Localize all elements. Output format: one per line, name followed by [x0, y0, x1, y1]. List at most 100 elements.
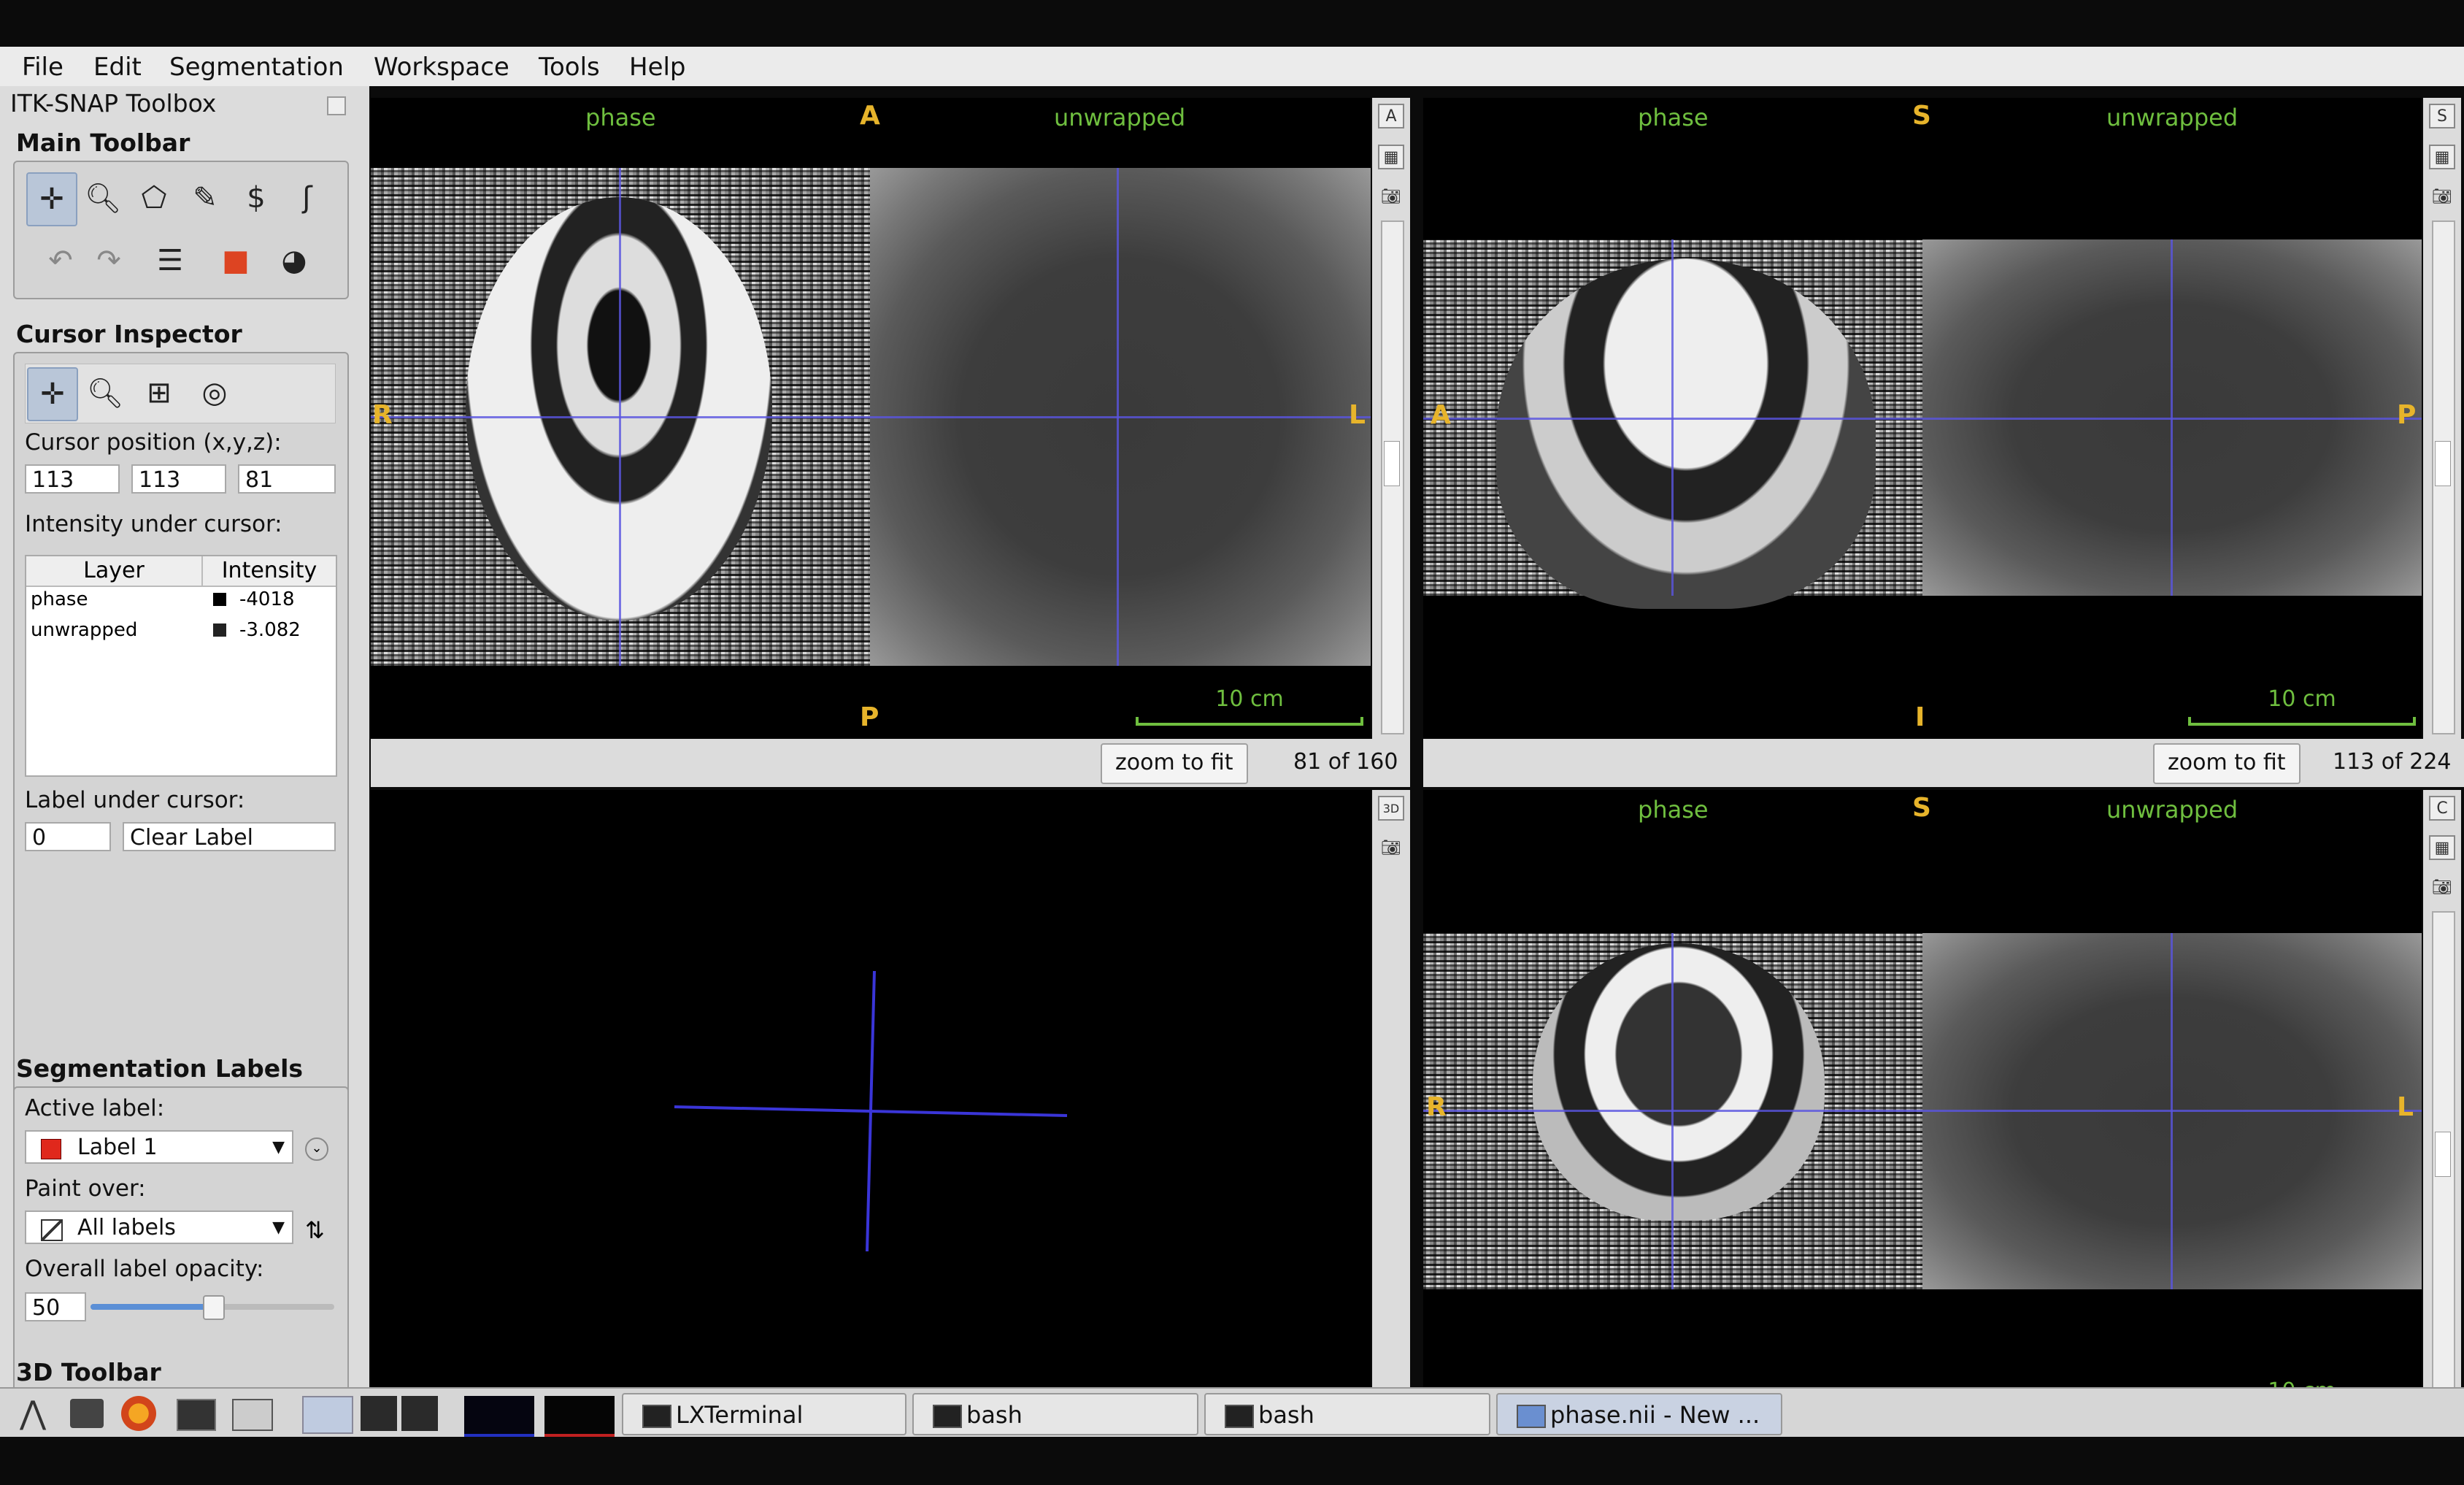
snake-tool-icon[interactable]: $: [232, 172, 280, 223]
label-under-cursor-label: Label under cursor:: [25, 787, 245, 813]
camera-icon[interactable]: 📷︎: [1378, 835, 1404, 860]
scale-bar: 10 cm: [1136, 686, 1363, 726]
cursor-tab-icon[interactable]: ✛: [27, 367, 78, 421]
zoom-to-fit-button[interactable]: zoom to fit: [1101, 743, 1248, 784]
camera-icon[interactable]: 📷︎: [2429, 875, 2455, 899]
opacity-field[interactable]: 50: [25, 1292, 86, 1321]
cursor-y-field[interactable]: 113: [131, 464, 226, 494]
scrollbar-thumb[interactable]: [2435, 441, 2451, 486]
camera-icon[interactable]: 📷︎: [2429, 184, 2455, 209]
view-orientation-button[interactable]: A: [1378, 104, 1404, 128]
table-row-intensity: -4018: [239, 588, 295, 610]
no-label-icon: [41, 1219, 63, 1241]
camera-icon[interactable]: 📷︎: [1378, 184, 1404, 209]
opacity-slider-fill: [91, 1304, 212, 1310]
coronal-view[interactable]: phase unwrapped S I R L 10 cm: [1423, 790, 2422, 1432]
view-orientation-button[interactable]: S: [2429, 104, 2455, 128]
annotation-tool-icon[interactable]: ʃ: [283, 172, 331, 223]
scrollbar-thumb[interactable]: [1384, 441, 1400, 486]
label-color-icon[interactable]: ■: [212, 235, 260, 286]
menu-bar: File Edit Segmentation Workspace Tools H…: [0, 47, 2464, 86]
orientation-top: S: [1912, 793, 1931, 823]
opacity-title: Overall label opacity:: [25, 1256, 264, 1282]
workspace-2-icon[interactable]: [401, 1396, 438, 1431]
task-itksnap[interactable]: phase.nii - New ...: [1496, 1393, 1782, 1435]
menu-file[interactable]: File: [22, 53, 63, 82]
table-row-layer[interactable]: unwrapped: [31, 619, 137, 641]
zoom-tool-icon[interactable]: 🔍︎: [79, 172, 127, 223]
slice-scrollbar[interactable]: [2432, 911, 2455, 1425]
menu-help[interactable]: Help: [629, 53, 686, 82]
orientation-right: L: [1349, 400, 1366, 430]
view-orientation-button[interactable]: 3D: [1378, 796, 1404, 821]
grid-tab-icon[interactable]: ⊞: [135, 367, 183, 418]
3d-view[interactable]: [371, 790, 1371, 1387]
undo-icon[interactable]: ↶: [36, 235, 85, 286]
active-label-title: Active label:: [25, 1095, 165, 1121]
crosshair-vertical: [2171, 239, 2173, 596]
opacity-slider[interactable]: [91, 1295, 334, 1320]
layout-icon[interactable]: ▦: [2429, 145, 2455, 169]
desktop-icon[interactable]: [302, 1396, 353, 1434]
menu-edit[interactable]: Edit: [93, 53, 142, 82]
chevron-circle-icon[interactable]: ⌄: [305, 1137, 328, 1161]
axial-view[interactable]: phase unwrapped A P R L 10 cm: [371, 98, 1371, 739]
cursor-x-field[interactable]: 113: [25, 464, 120, 494]
task-bash[interactable]: bash: [912, 1393, 1198, 1435]
swap-icon[interactable]: ⇅: [305, 1216, 325, 1244]
start-menu-icon[interactable]: ⋀: [7, 1394, 58, 1432]
scale-label: 10 cm: [2268, 686, 2336, 712]
layers-icon[interactable]: ☰: [146, 235, 194, 286]
task-label: LXTerminal: [676, 1401, 804, 1429]
slice-scrollbar[interactable]: [1381, 220, 1404, 734]
table-row-intensity: -3.082: [239, 619, 301, 641]
slice-indicator: 113 of 224: [2333, 749, 2452, 775]
scrollbar-thumb[interactable]: [2435, 1132, 2451, 1177]
slice-scrollbar[interactable]: [2432, 220, 2455, 734]
task-lxterminal[interactable]: LXTerminal: [622, 1393, 906, 1435]
zoom-tab-icon[interactable]: 🔍︎: [81, 367, 129, 418]
paint-over-select[interactable]: All labels ▼: [25, 1210, 293, 1244]
menu-tools[interactable]: Tools: [539, 53, 600, 82]
cursor-z-field[interactable]: 81: [238, 464, 336, 494]
cursor-position-label: Cursor position (x,y,z):: [25, 429, 282, 456]
taskbar: ⋀ LXTerminal bash bash phase.nii - New .…: [0, 1387, 2464, 1438]
layout-icon[interactable]: ▦: [2429, 835, 2455, 860]
intensity-table: Layer Intensity phase -4018 unwrapped -3…: [25, 555, 337, 777]
inspector-tabs: ✛ 🔍︎ ⊞ ◎: [25, 364, 336, 423]
menu-workspace[interactable]: Workspace: [374, 53, 509, 82]
undock-icon[interactable]: [327, 96, 346, 115]
active-label-select[interactable]: Label 1 ▼: [25, 1130, 293, 1164]
workspace-1-icon[interactable]: [361, 1396, 397, 1431]
view-orientation-button[interactable]: C: [2429, 796, 2455, 821]
table-row-layer[interactable]: phase: [31, 588, 88, 610]
table-header-layer: Layer: [26, 556, 203, 587]
terminal-launcher-icon[interactable]: [177, 1399, 216, 1431]
crosshair-vertical: [1671, 933, 1674, 1289]
paintbrush-tool-icon[interactable]: ✎: [181, 172, 229, 223]
toolbar-3d-title: 3D Toolbar: [16, 1358, 161, 1386]
firefox-icon[interactable]: [121, 1396, 156, 1431]
sync-tab-icon[interactable]: ◎: [190, 367, 239, 418]
menu-segmentation[interactable]: Segmentation: [169, 53, 344, 82]
paint-over-title: Paint over:: [25, 1175, 146, 1202]
task-bash[interactable]: bash: [1204, 1393, 1490, 1435]
polygon-tool-icon[interactable]: ⬠: [130, 172, 178, 223]
layer-name-phase: phase: [1638, 104, 1709, 131]
opacity-slider-handle[interactable]: [203, 1295, 225, 1320]
sagittal-view[interactable]: phase unwrapped S I A P 10 cm: [1423, 98, 2422, 739]
crosshair-tool-icon[interactable]: ✛: [26, 172, 77, 226]
crosshair-vertical: [2171, 933, 2173, 1289]
layer-name-unwrapped: unwrapped: [1054, 104, 1186, 131]
layout-icon[interactable]: ▦: [1378, 145, 1404, 169]
palette-icon[interactable]: ◕: [270, 235, 318, 286]
sagittal-view-footer: zoom to fit 113 of 224: [1423, 739, 2464, 787]
sagittal-phase-brain: [1496, 258, 1876, 609]
task-label: bash: [1258, 1401, 1314, 1429]
crosshair-horizontal: [1423, 418, 2422, 420]
label-id-field: 0: [25, 822, 111, 851]
redo-icon[interactable]: ↷: [85, 235, 133, 286]
windows-icon[interactable]: [232, 1399, 273, 1431]
file-manager-icon[interactable]: [70, 1399, 104, 1428]
zoom-to-fit-button[interactable]: zoom to fit: [2153, 743, 2301, 784]
